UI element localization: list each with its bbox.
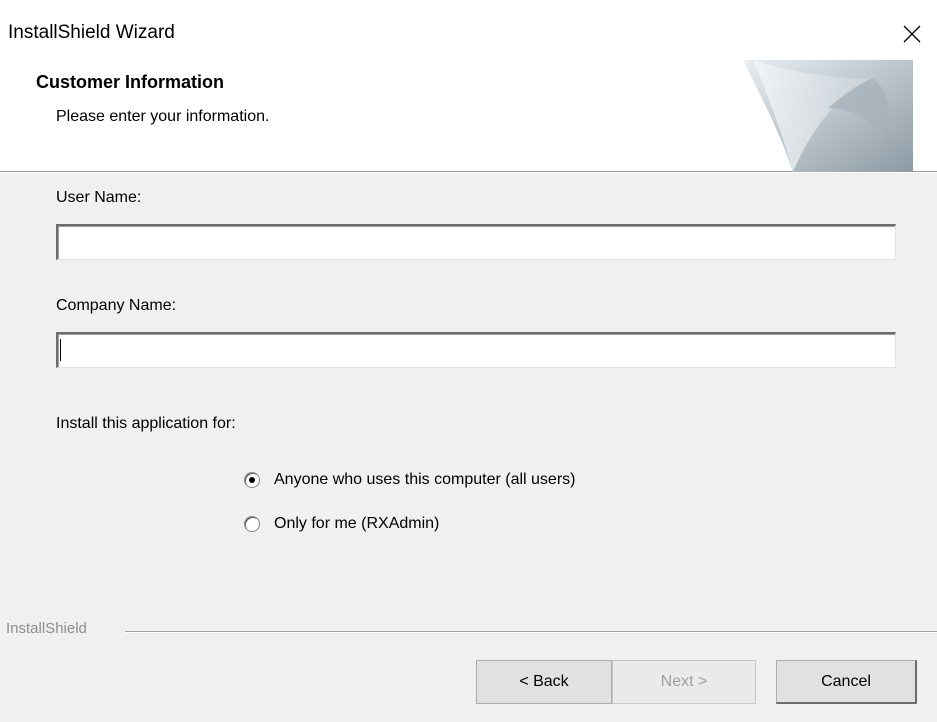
next-button[interactable]: Next > bbox=[612, 660, 756, 704]
user-name-label: User Name: bbox=[56, 189, 142, 206]
page-curl-graphic bbox=[743, 60, 913, 172]
installshield-window: InstallShield Wizard Customer Informatio… bbox=[0, 0, 937, 722]
footer-divider bbox=[125, 631, 937, 633]
radio-button-checked[interactable] bbox=[244, 472, 260, 488]
radio-label-only-me: Only for me (RXAdmin) bbox=[274, 515, 440, 532]
back-button[interactable]: < Back bbox=[476, 660, 612, 704]
radio-button-unchecked[interactable] bbox=[244, 516, 260, 532]
page-subtitle: Please enter your information. bbox=[56, 108, 270, 125]
page-title: Customer Information bbox=[36, 72, 225, 92]
company-name-input[interactable] bbox=[56, 332, 896, 368]
close-button[interactable] bbox=[887, 10, 937, 58]
installshield-brand: InstallShield bbox=[6, 620, 87, 637]
window-title: InstallShield Wizard bbox=[8, 22, 175, 43]
radio-label-all-users: Anyone who uses this computer (all users… bbox=[274, 471, 576, 488]
user-name-input[interactable] bbox=[56, 224, 896, 260]
company-name-label: Company Name: bbox=[56, 297, 177, 314]
title-bar: InstallShield Wizard bbox=[0, 0, 937, 60]
radio-all-users[interactable]: Anyone who uses this computer (all users… bbox=[244, 471, 575, 489]
install-for-label: Install this application for: bbox=[56, 415, 236, 432]
radio-only-me[interactable]: Only for me (RXAdmin) bbox=[244, 515, 439, 533]
cancel-button[interactable]: Cancel bbox=[776, 660, 917, 704]
close-icon bbox=[903, 25, 921, 43]
wizard-header: Customer Information Please enter your i… bbox=[0, 60, 937, 173]
text-caret bbox=[60, 339, 61, 361]
